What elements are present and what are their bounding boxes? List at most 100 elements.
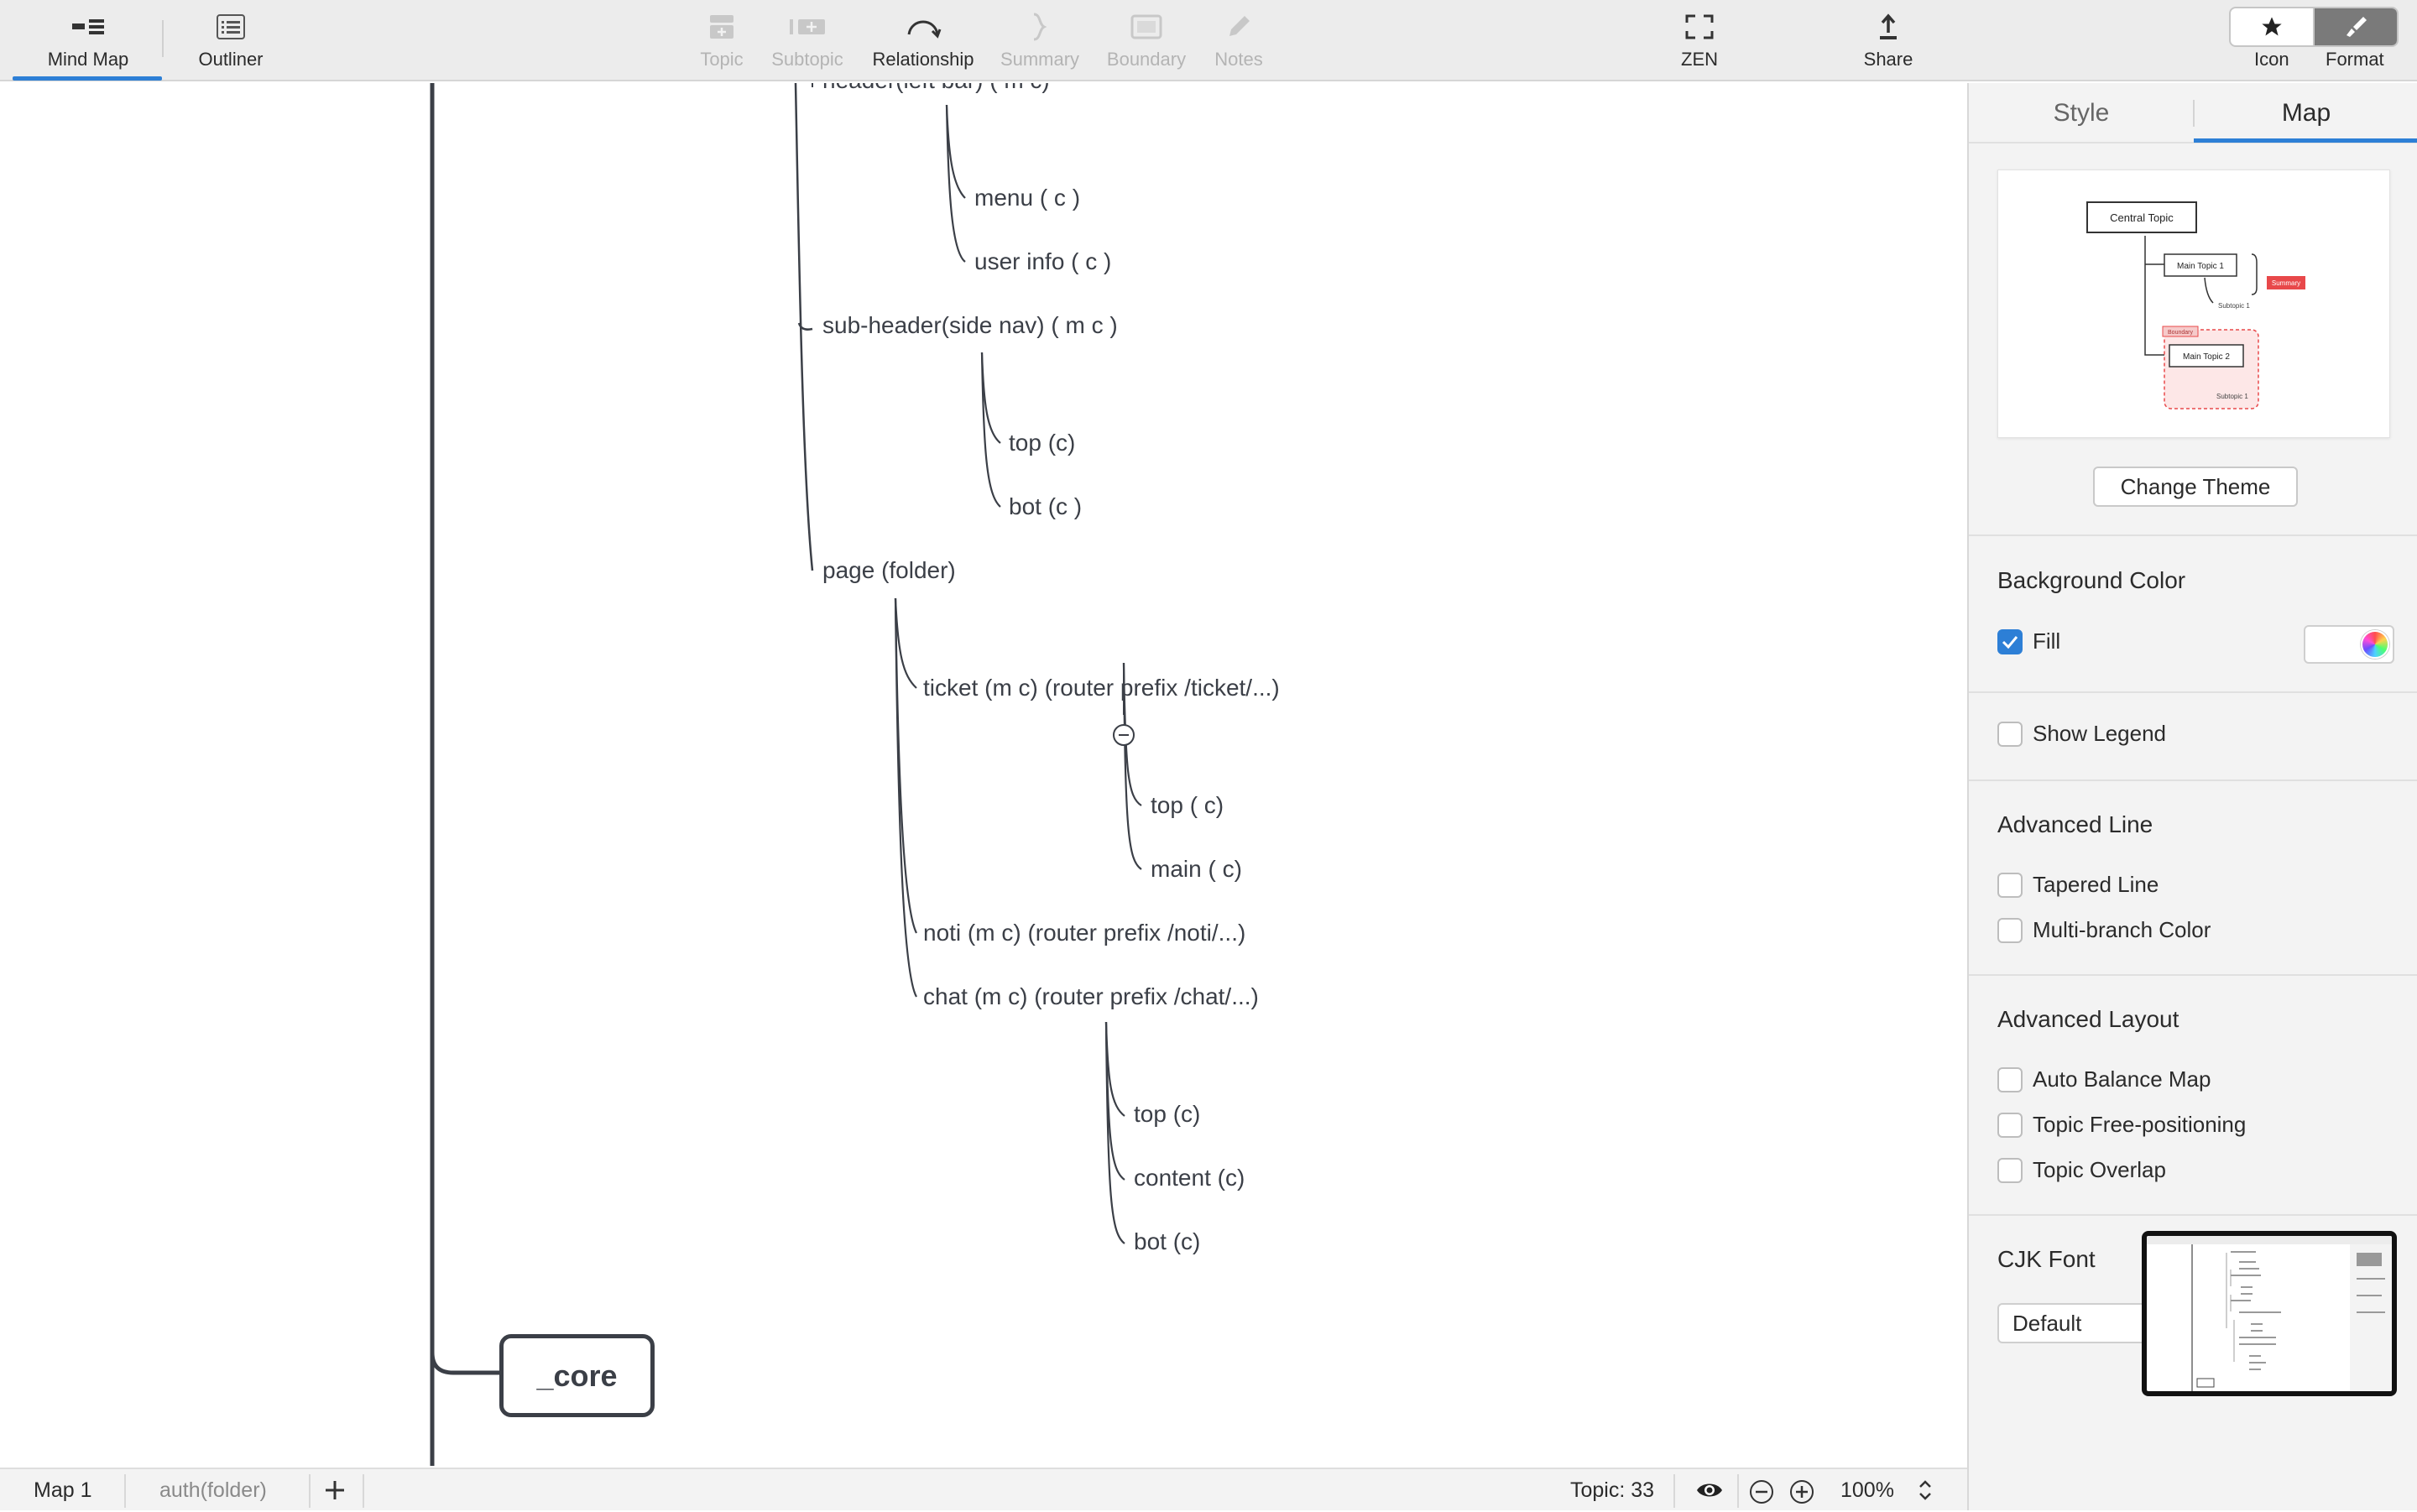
fill-checkbox[interactable] — [1997, 628, 2023, 654]
mind-map-canvas[interactable]: header(left bar) ( m c) menu ( c ) user … — [0, 83, 1967, 1466]
notes-button[interactable]: Notes — [1205, 8, 1272, 76]
outliner-view-button[interactable]: Outliner — [168, 8, 294, 76]
icon-panel-button[interactable] — [2231, 8, 2313, 45]
zen-label: ZEN — [1681, 49, 1718, 70]
add-sheet-button[interactable] — [324, 1479, 346, 1505]
preview-central-topic: Central Topic — [2110, 211, 2174, 224]
auto-balance-label: Auto Balance Map — [2033, 1066, 2211, 1092]
color-wheel-icon[interactable] — [2361, 630, 2389, 659]
topic-ticket-top[interactable]: top ( c) — [1151, 791, 1224, 820]
zen-button[interactable]: ZEN — [1666, 8, 1733, 76]
section-divider — [1969, 1214, 2417, 1216]
tapered-line-checkbox[interactable] — [1997, 872, 2023, 898]
multi-branch-color-row[interactable]: Multi-branch Color — [1997, 917, 2211, 943]
topic-chat-bot[interactable]: bot (c) — [1134, 1228, 1200, 1256]
eye-icon — [1697, 1483, 1722, 1497]
format-panel-button[interactable] — [2313, 8, 2397, 45]
sheet-tab-label: auth(folder) — [159, 1478, 267, 1502]
topic-header-left-bar[interactable]: header(left bar) ( m c) — [822, 83, 1050, 95]
checkmark-icon — [2002, 635, 2018, 649]
relationship-label: Relationship — [872, 49, 974, 70]
section-divider — [1969, 534, 2417, 536]
subtopic-label: Subtopic — [771, 49, 843, 70]
chevron-up-down-icon — [1919, 1480, 1931, 1500]
summary-label: Summary — [1000, 49, 1080, 70]
topic-chat-top[interactable]: top (c) — [1134, 1100, 1200, 1129]
subtopic-button[interactable]: Subtopic — [764, 8, 851, 76]
preview-main-topic-2: Main Topic 2 — [2183, 352, 2230, 362]
preview-subtopic-b: Subtopic 1 — [2216, 393, 2248, 400]
summary-button[interactable]: Summary — [997, 8, 1083, 76]
share-button[interactable]: Share — [1855, 8, 1922, 76]
topic-ticket[interactable]: ticket (m c) (router prefix /ticket/...) — [923, 674, 1280, 702]
topic-overlap-row[interactable]: Topic Overlap — [1997, 1157, 2166, 1183]
topic-menu[interactable]: menu ( c ) — [974, 184, 1080, 212]
sheet-tab-separator — [363, 1474, 364, 1508]
boundary-button[interactable]: Boundary — [1104, 8, 1188, 76]
topic-sub-header[interactable]: sub-header(side nav) ( m c ) — [822, 311, 1118, 340]
plus-icon — [326, 1481, 344, 1499]
topic-label: Topic — [700, 49, 744, 70]
topic-sub-header-top[interactable]: top (c) — [1009, 429, 1075, 457]
preview-main-topic-1: Main Topic 1 — [2177, 262, 2224, 271]
advanced-line-heading: Advanced Line — [1997, 811, 2153, 837]
relationship-button[interactable]: Relationship — [864, 8, 982, 76]
tab-map[interactable]: Map — [2194, 83, 2417, 143]
minus-icon — [1119, 734, 1129, 736]
zoom-level[interactable]: 100% — [1840, 1469, 1894, 1512]
minus-circle-icon — [1750, 1480, 1773, 1504]
cjk-font-select[interactable]: Default — [1997, 1303, 2165, 1343]
advanced-layout-heading: Advanced Layout — [1997, 1006, 2179, 1032]
sheet-tab-label: Map 1 — [34, 1478, 92, 1502]
window-thumbnail[interactable] — [2142, 1231, 2397, 1396]
free-positioning-row[interactable]: Topic Free-positioning — [1997, 1112, 2246, 1138]
topic-chat-content[interactable]: content (c) — [1134, 1164, 1245, 1192]
theme-preview[interactable]: Central Topic Main Topic 1 Subtopic 1 Su… — [1997, 169, 2390, 438]
change-theme-button[interactable]: Change Theme — [2093, 467, 2298, 507]
zoom-stepper[interactable] — [1917, 1478, 1934, 1507]
topic-overlap-label: Topic Overlap — [2033, 1157, 2166, 1182]
topic-overlap-checkbox[interactable] — [1997, 1157, 2023, 1183]
multi-branch-color-checkbox[interactable] — [1997, 917, 2023, 943]
topic-page-folder[interactable]: page (folder) — [822, 556, 956, 585]
boundary-icon — [1130, 8, 1162, 45]
plus-circle-icon — [1790, 1480, 1814, 1504]
free-positioning-checkbox[interactable] — [1997, 1112, 2023, 1138]
topic-noti[interactable]: noti (m c) (router prefix /noti/...) — [923, 919, 1245, 947]
main-topic-core[interactable]: _core — [499, 1334, 655, 1417]
collapse-branch-button[interactable] — [1113, 724, 1135, 746]
format-label: Format — [2326, 49, 2384, 70]
zoom-out-button[interactable] — [1749, 1479, 1774, 1509]
topic-sub-header-bot[interactable]: bot (c ) — [1009, 493, 1082, 521]
sheet-tab-auth-folder[interactable]: auth(folder) — [159, 1469, 267, 1512]
window-thumbnail-content — [2147, 1236, 2392, 1391]
topic-chat[interactable]: chat (m c) (router prefix /chat/...) — [923, 983, 1259, 1011]
show-legend-row[interactable]: Show Legend — [1997, 721, 2166, 747]
share-label: Share — [1863, 49, 1913, 70]
show-legend-checkbox[interactable] — [1997, 721, 2023, 747]
notes-pencil-icon — [1224, 8, 1253, 45]
notes-label: Notes — [1214, 49, 1263, 70]
auto-balance-checkbox[interactable] — [1997, 1066, 2023, 1092]
view-toggle-button[interactable] — [1695, 1479, 1724, 1505]
tab-style[interactable]: Style — [1969, 83, 2194, 143]
mind-map-view-button[interactable]: Mind Map — [25, 8, 151, 76]
section-divider — [1969, 974, 2417, 976]
sheet-tab-separator — [309, 1474, 311, 1508]
zoom-in-button[interactable] — [1789, 1479, 1814, 1509]
cjk-font-heading: CJK Font — [1997, 1246, 2096, 1272]
tapered-line-row[interactable]: Tapered Line — [1997, 872, 2159, 898]
theme-preview-diagram: Central Topic Main Topic 1 Subtopic 1 Su… — [2086, 201, 2305, 409]
topic-user-info[interactable]: user info ( c ) — [974, 248, 1111, 276]
topic-button[interactable]: Topic — [688, 8, 755, 76]
topic-ticket-main[interactable]: main ( c) — [1151, 855, 1242, 884]
star-icon — [2262, 17, 2282, 36]
auto-balance-row[interactable]: Auto Balance Map — [1997, 1066, 2211, 1092]
preview-subtopic-a: Subtopic 1 — [2218, 302, 2250, 310]
fill-checkbox-row[interactable]: Fill — [1997, 628, 2060, 654]
status-separator — [1673, 1474, 1675, 1508]
toolbar: Mind Map Outliner Topic Subtopic Relatio… — [0, 0, 2417, 81]
background-color-heading: Background Color — [1997, 567, 2186, 593]
background-color-swatch[interactable] — [2304, 625, 2394, 664]
sheet-tab-map-1[interactable]: Map 1 — [34, 1469, 91, 1512]
